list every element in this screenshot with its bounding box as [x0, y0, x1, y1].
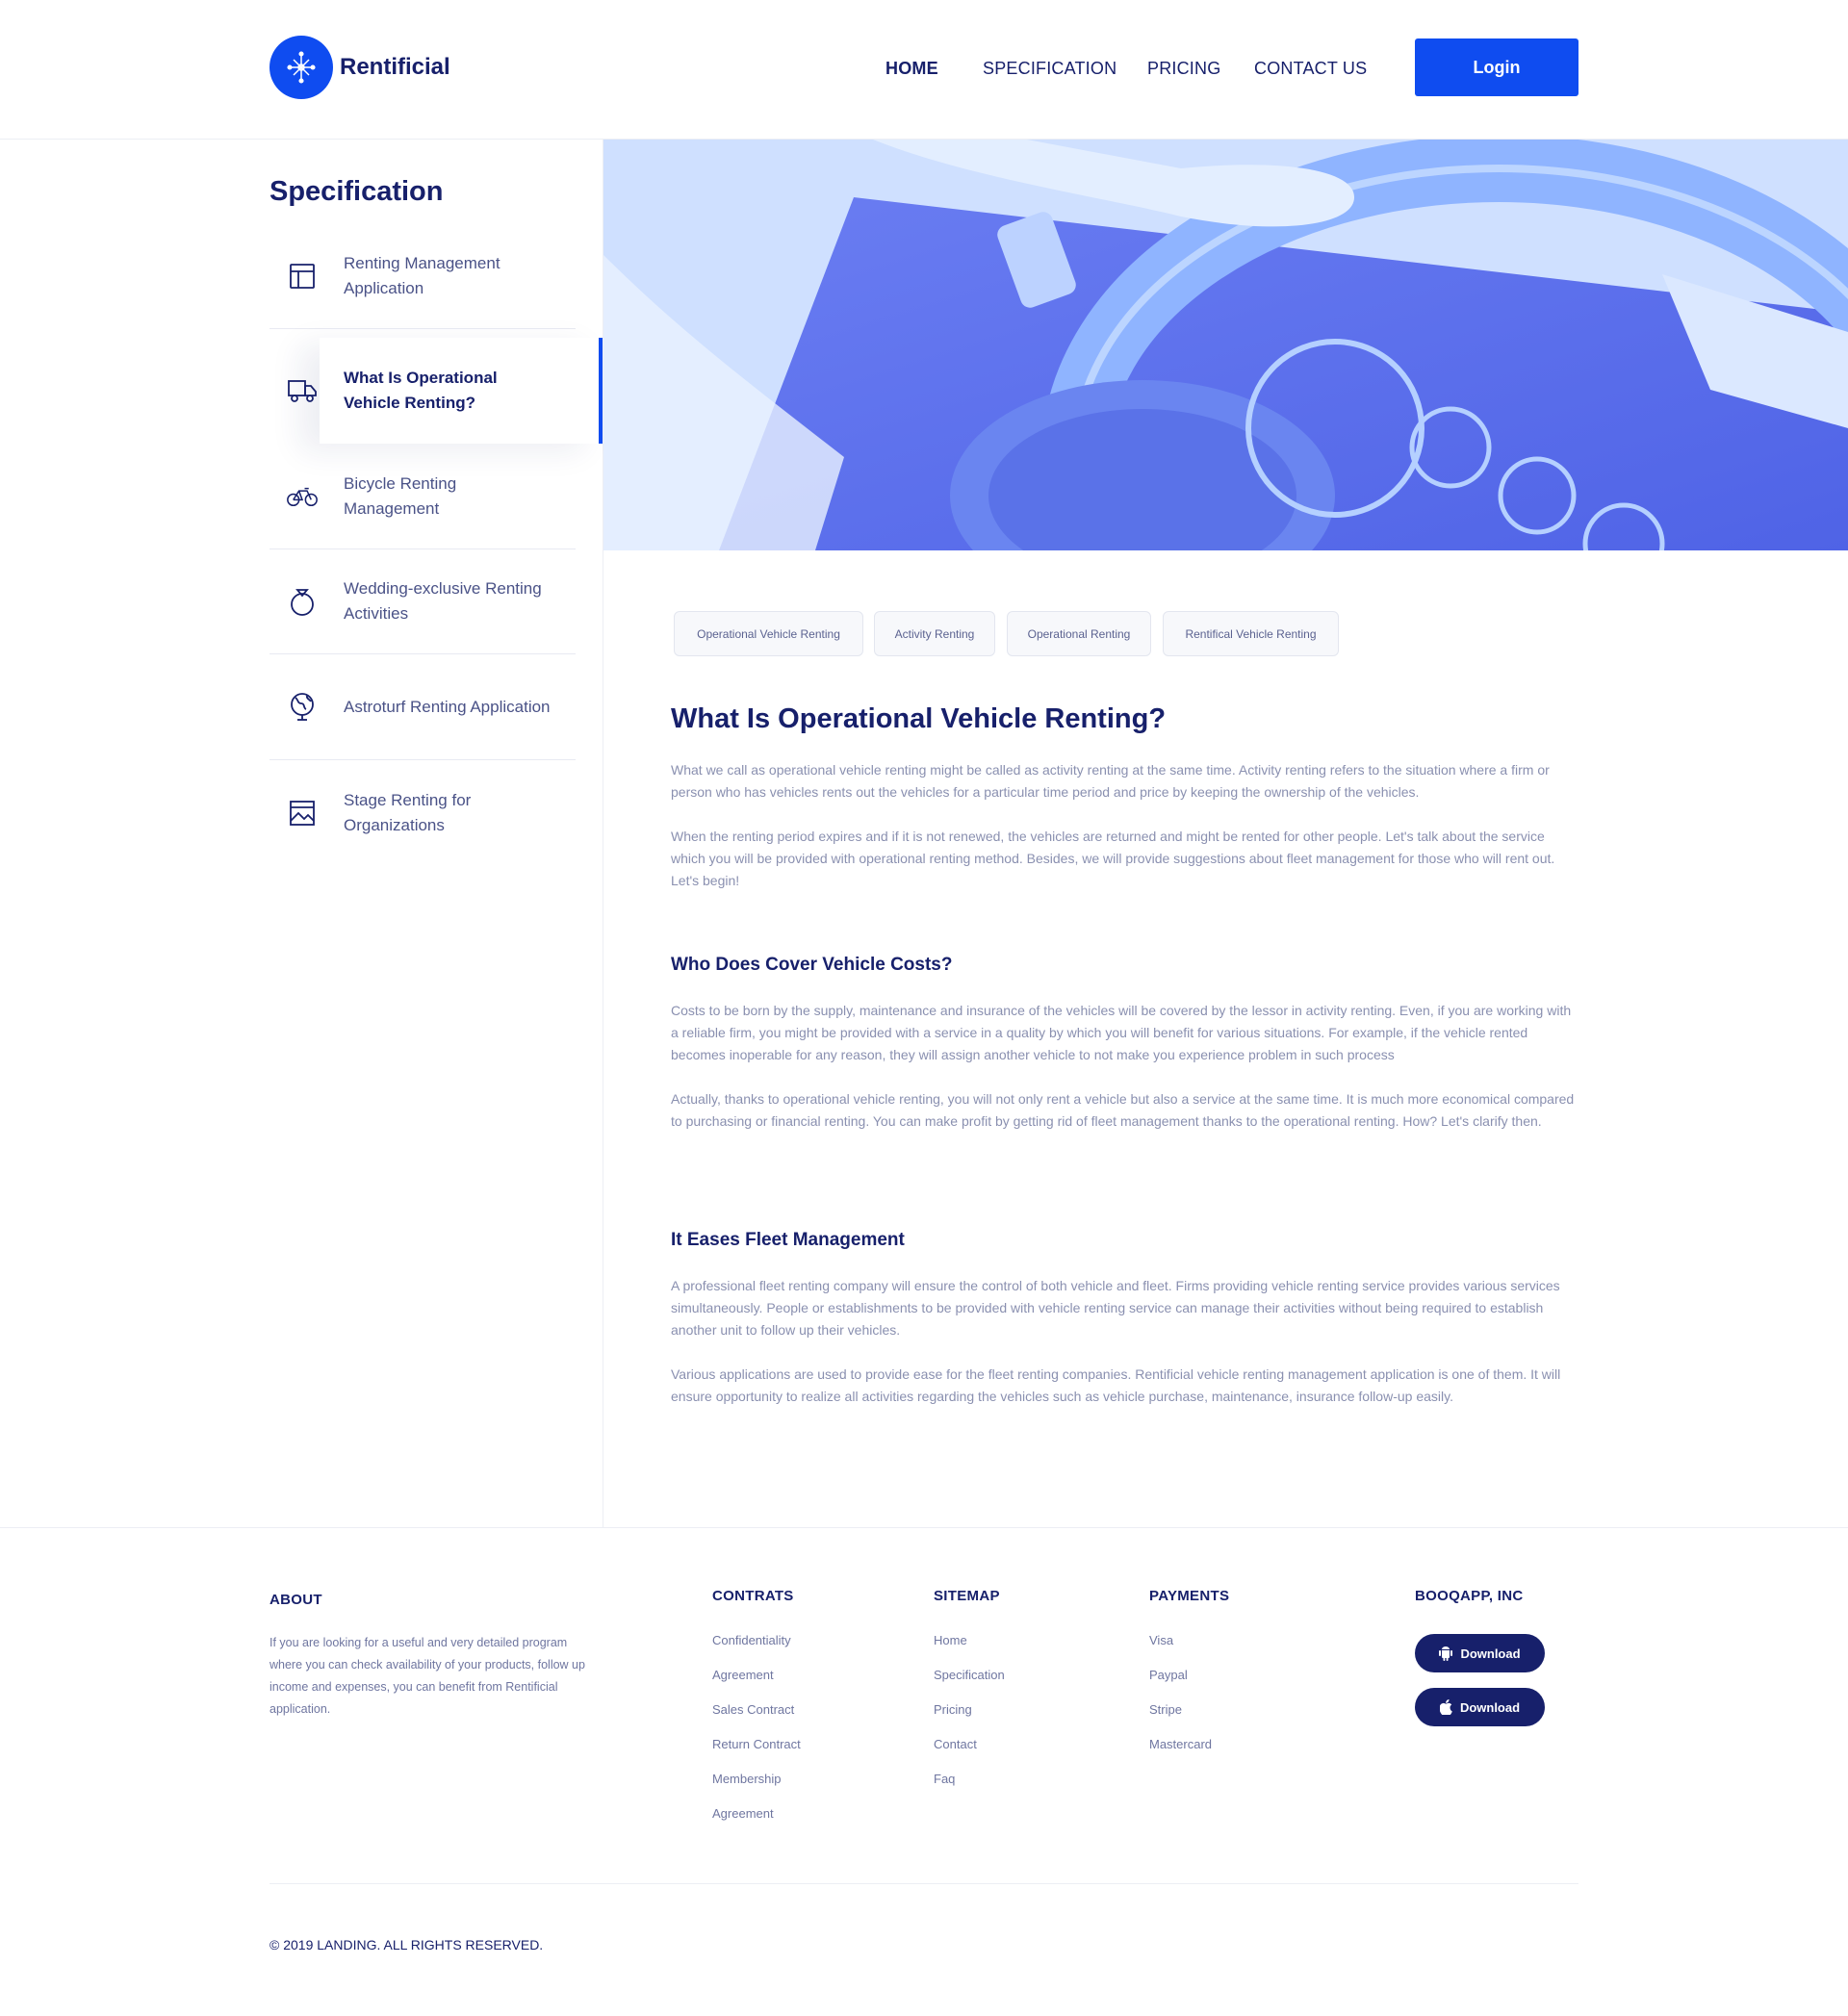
- nav-specification[interactable]: SPECIFICATION: [983, 59, 1116, 79]
- footer-contracts-heading: CONTRATS: [712, 1588, 794, 1604]
- download-ios-button[interactable]: Download: [1415, 1688, 1545, 1726]
- tag[interactable]: Activity Renting: [874, 611, 995, 656]
- footer-link[interactable]: Contact: [934, 1737, 977, 1751]
- footer-link[interactable]: Membership: [712, 1772, 782, 1786]
- footer-link[interactable]: Visa: [1149, 1633, 1173, 1647]
- sidebar-item-bicycle[interactable]: Bicycle Renting Management: [270, 444, 576, 549]
- tag[interactable]: Operational Renting: [1007, 611, 1151, 656]
- android-icon: [1439, 1646, 1453, 1661]
- sidebar-item-astroturf[interactable]: Astroturf Renting Application: [270, 654, 576, 760]
- footer-link[interactable]: Agreement: [712, 1806, 774, 1821]
- ring-icon: [287, 586, 318, 617]
- sidebar-item-renting-management[interactable]: Renting Management Application: [270, 223, 576, 329]
- footer-link[interactable]: Home: [934, 1633, 967, 1647]
- article-paragraph: Various applications are used to provide…: [671, 1366, 1561, 1404]
- apple-icon: [1439, 1699, 1452, 1715]
- footer-about-heading: ABOUT: [270, 1592, 322, 1608]
- sidebar-item-label: Renting Management Application: [344, 253, 500, 297]
- article-paragraph: A professional fleet renting company wil…: [671, 1278, 1560, 1338]
- copyright-text: © 2019 LANDING. ALL RIGHTS RESERVED.: [270, 1937, 544, 1952]
- logo-icon: [270, 36, 333, 99]
- download-label: Download: [1460, 1646, 1521, 1661]
- footer-link[interactable]: Pricing: [934, 1702, 972, 1717]
- sidebar: Specification Renting Management Applica…: [0, 140, 603, 1527]
- login-button[interactable]: Login: [1415, 38, 1578, 96]
- sidebar-item-label: Astroturf Renting Application: [344, 697, 551, 716]
- footer-company-heading: BOOQAPP, INC: [1415, 1588, 1524, 1604]
- nav-home[interactable]: HOME: [886, 59, 938, 79]
- layout-icon: [287, 261, 318, 292]
- bicycle-icon: [287, 481, 318, 512]
- footer-link[interactable]: Paypal: [1149, 1668, 1188, 1682]
- hero-image: [603, 140, 1848, 550]
- tag[interactable]: Operational Vehicle Renting: [674, 611, 863, 656]
- article-title: What Is Operational Vehicle Renting?: [671, 703, 1167, 734]
- globe-icon: [287, 692, 318, 723]
- footer-top-border: [0, 1527, 1848, 1528]
- truck-icon: [287, 375, 318, 406]
- sidebar-item-label: What Is Operational Vehicle Renting?: [344, 369, 498, 412]
- footer-link[interactable]: Agreement: [712, 1668, 774, 1682]
- footer-link[interactable]: Mastercard: [1149, 1737, 1212, 1751]
- article-paragraph: When the renting period expires and if i…: [671, 829, 1555, 888]
- footer-link[interactable]: Return Contract: [712, 1737, 801, 1751]
- section-heading: Who Does Cover Vehicle Costs?: [671, 955, 953, 975]
- tag[interactable]: Rentifical Vehicle Renting: [1163, 611, 1339, 656]
- brand-name: Rentificial: [340, 54, 450, 80]
- footer-divider: [270, 1883, 1578, 1884]
- sidebar-item-operational-vehicle[interactable]: What Is Operational Vehicle Renting?: [288, 338, 603, 444]
- footer-link[interactable]: Confidentiality: [712, 1633, 791, 1647]
- download-android-button[interactable]: Download: [1415, 1634, 1545, 1672]
- download-label: Download: [1459, 1699, 1521, 1715]
- footer-link[interactable]: Specification: [934, 1668, 1005, 1682]
- header: Rentificial HOME SPECIFICATION PRICING C…: [0, 0, 1848, 140]
- section-heading: It Eases Fleet Management: [671, 1230, 905, 1250]
- footer-sitemap-heading: SITEMAP: [934, 1588, 1000, 1604]
- nav-pricing[interactable]: PRICING: [1147, 59, 1220, 79]
- footer-payments-heading: PAYMENTS: [1149, 1588, 1230, 1604]
- footer-link[interactable]: Sales Contract: [712, 1702, 794, 1717]
- sidebar-item-label: Bicycle Renting Management: [344, 473, 457, 518]
- footer-about-text: If you are looking for a useful and very…: [270, 1636, 585, 1716]
- article-paragraph: Costs to be born by the supply, maintena…: [671, 1003, 1572, 1062]
- footer-link[interactable]: Stripe: [1149, 1702, 1182, 1717]
- steering-wheel-illustration: [603, 140, 1848, 550]
- logo[interactable]: Rentificial: [270, 36, 450, 99]
- footer-link[interactable]: Faq: [934, 1772, 955, 1786]
- sidebar-title: Specification: [270, 176, 444, 207]
- nav-contact[interactable]: CONTACT US: [1254, 59, 1367, 79]
- sidebar-item-wedding[interactable]: Wedding-exclusive Renting Activities: [270, 549, 576, 654]
- article-paragraph: Actually, thanks to operational vehicle …: [671, 1091, 1575, 1129]
- sidebar-item-label: Stage Renting for Organizations: [344, 791, 472, 834]
- article-paragraph: What we call as operational vehicle rent…: [671, 762, 1550, 800]
- sidebar-item-label: Wedding-exclusive Renting Activities: [344, 578, 542, 623]
- picture-icon: [287, 798, 318, 829]
- sidebar-item-stage[interactable]: Stage Renting for Organizations: [270, 760, 576, 866]
